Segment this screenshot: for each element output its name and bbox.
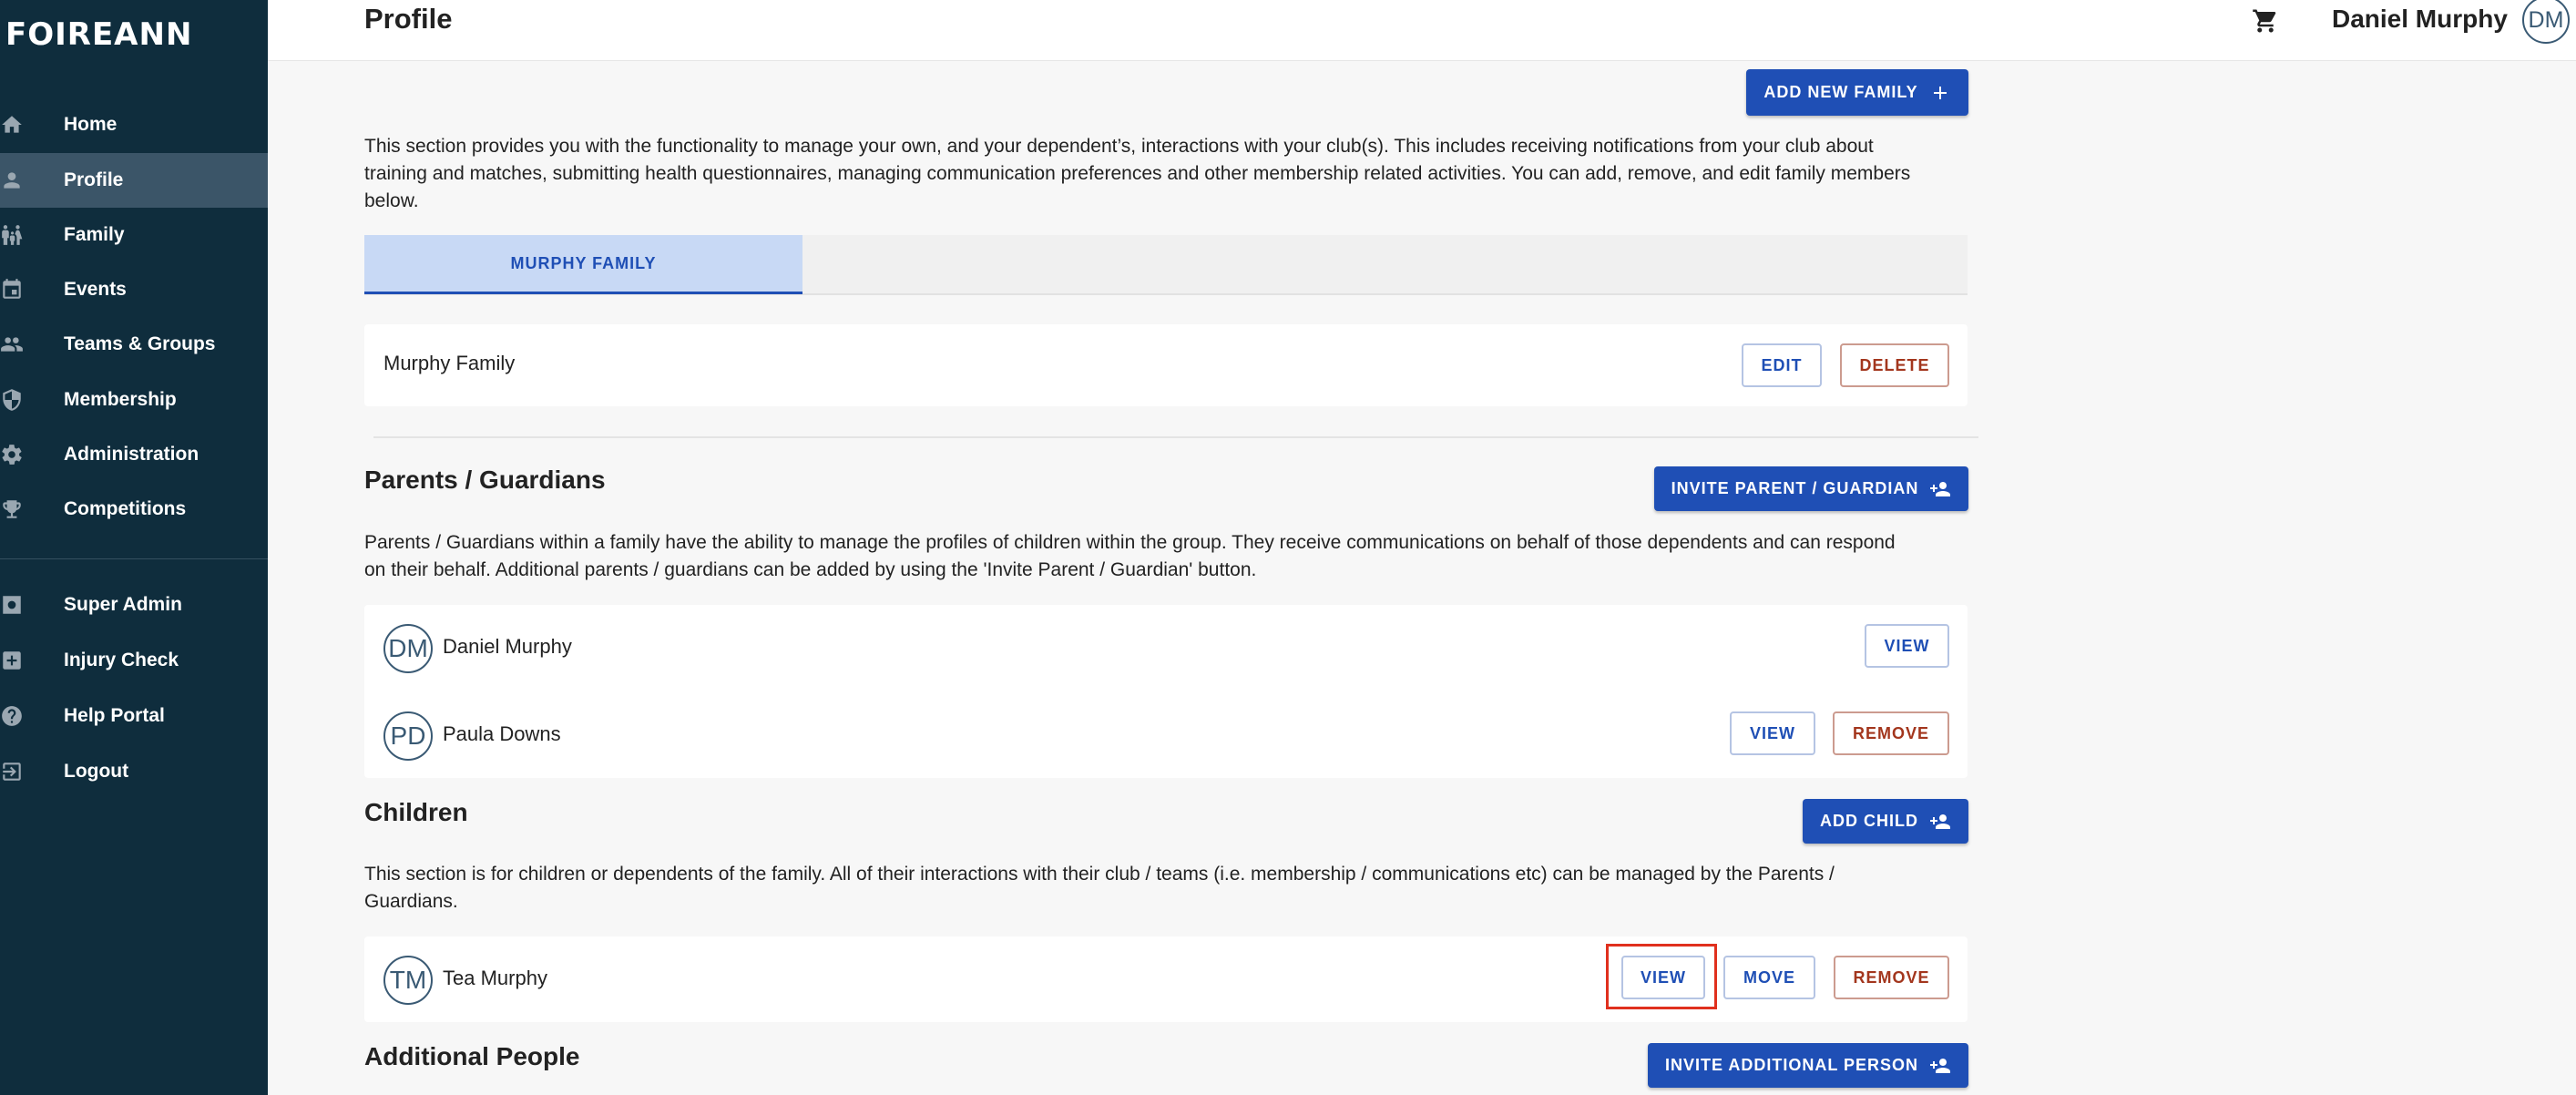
tab-murphy-family[interactable]: MURPHY FAMILY [364,235,802,294]
medical-plus-icon [0,649,24,672]
gear-icon [0,443,24,466]
family-card: Murphy Family EDIT DELETE [364,324,1968,406]
member-name: Daniel Murphy [443,635,572,658]
sidebar-item-super-admin[interactable]: Super Admin [0,578,268,632]
sidebar-item-label: Profile [64,169,124,190]
person-icon [0,169,24,192]
invite-parent-label: INVITE PARENT / GUARDIAN [1671,479,1919,497]
parents-section-title: Parents / Guardians [364,466,606,494]
sidebar-item-label: Logout [64,761,129,782]
remove-child-button[interactable]: REMOVE [1834,956,1949,999]
invite-parent-button[interactable]: INVITE PARENT / GUARDIAN [1654,466,1968,511]
sidebar-item-label: Competitions [64,498,187,519]
user-name: Daniel Murphy [2332,5,2508,33]
sidebar-item-label: Family [64,224,125,245]
children-list: TM Tea Murphy VIEW MOVE REMOVE [364,936,1968,1022]
sidebar-item-events[interactable]: Events [0,262,268,317]
page-title: Profile [364,3,453,35]
avatar: TM [383,956,433,1005]
sidebar-divider [0,558,268,559]
add-new-family-button[interactable]: ADD NEW FAMILY [1746,69,1968,116]
sidebar-item-label: Teams & Groups [64,333,216,354]
edit-family-button[interactable]: EDIT [1742,343,1822,387]
help-icon [0,704,24,728]
sidebar-item-label: Administration [64,444,199,465]
sidebar-item-home[interactable]: Home [0,97,268,152]
sidebar-item-label: Injury Check [64,650,179,670]
add-new-family-label: ADD NEW FAMILY [1763,83,1918,101]
view-child-button[interactable]: VIEW [1621,956,1705,999]
shield-icon [0,388,24,412]
sidebar-item-help-portal[interactable]: Help Portal [0,689,268,743]
family-name: Murphy Family [383,352,516,374]
children-description: This section is for children or dependen… [364,864,1835,912]
group-icon [0,333,24,356]
family-tabs: MURPHY FAMILY [364,235,1968,295]
person-add-icon [1929,811,1951,833]
invite-additional-label: INVITE ADDITIONAL PERSON [1664,1056,1919,1074]
plus-icon [1929,82,1951,104]
view-parent-button[interactable]: VIEW [1730,711,1815,755]
trophy-icon [0,497,24,521]
family-icon [0,223,24,247]
sidebar-item-profile[interactable]: Profile [0,153,268,208]
sidebar-item-label: Super Admin [64,594,182,615]
parents-list: DM Daniel Murphy VIEW PD Paula Downs VIE… [364,605,1968,778]
view-parent-button[interactable]: VIEW [1865,624,1949,668]
additional-people-title: Additional People [364,1042,580,1070]
person-add-icon [1929,478,1951,500]
delete-family-button[interactable]: DELETE [1840,343,1949,387]
sidebar-item-administration[interactable]: Administration [0,427,268,482]
logout-icon [0,760,24,783]
children-section-title: Children [364,798,468,826]
sidebar-item-injury-check[interactable]: Injury Check [0,633,268,688]
sidebar-item-label: Membership [64,389,177,410]
invite-additional-person-button[interactable]: INVITE ADDITIONAL PERSON [1648,1043,1968,1088]
add-child-button[interactable]: ADD CHILD [1803,799,1968,844]
sidebar-item-logout[interactable]: Logout [0,744,268,799]
member-name: Paula Downs [443,722,561,745]
app-logo: FOIREANN [5,16,193,53]
move-child-button[interactable]: MOVE [1723,956,1815,999]
sidebar-item-label: Help Portal [64,705,165,726]
sidebar-item-family[interactable]: Family [0,208,268,262]
member-name: Tea Murphy [443,967,547,989]
home-icon [0,113,24,137]
sidebar-item-label: Events [64,279,127,300]
section-divider [373,436,1978,438]
add-child-label: ADD CHILD [1820,812,1918,830]
user-avatar[interactable]: DM [2522,0,2570,44]
sidebar-item-label: Home [64,114,118,135]
cart-icon[interactable] [2252,7,2279,35]
sidebar-item-teams-groups[interactable]: Teams & Groups [0,317,268,372]
sidebar: FOIREANN Home Profile Family Events Team… [0,0,268,1095]
intro-text: This section provides you with the funct… [364,136,1911,211]
sidebar-item-competitions[interactable]: Competitions [0,482,268,537]
sidebar-item-membership[interactable]: Membership [0,373,268,427]
person-add-icon [1929,1055,1951,1077]
avatar: PD [383,711,433,761]
top-header: Profile Daniel Murphy DM [268,0,2576,61]
calendar-icon [0,278,24,302]
remove-parent-button[interactable]: REMOVE [1833,711,1949,755]
parents-description: Parents / Guardians within a family have… [364,532,1896,580]
admin-gear-icon [0,593,24,617]
avatar: DM [383,624,433,673]
